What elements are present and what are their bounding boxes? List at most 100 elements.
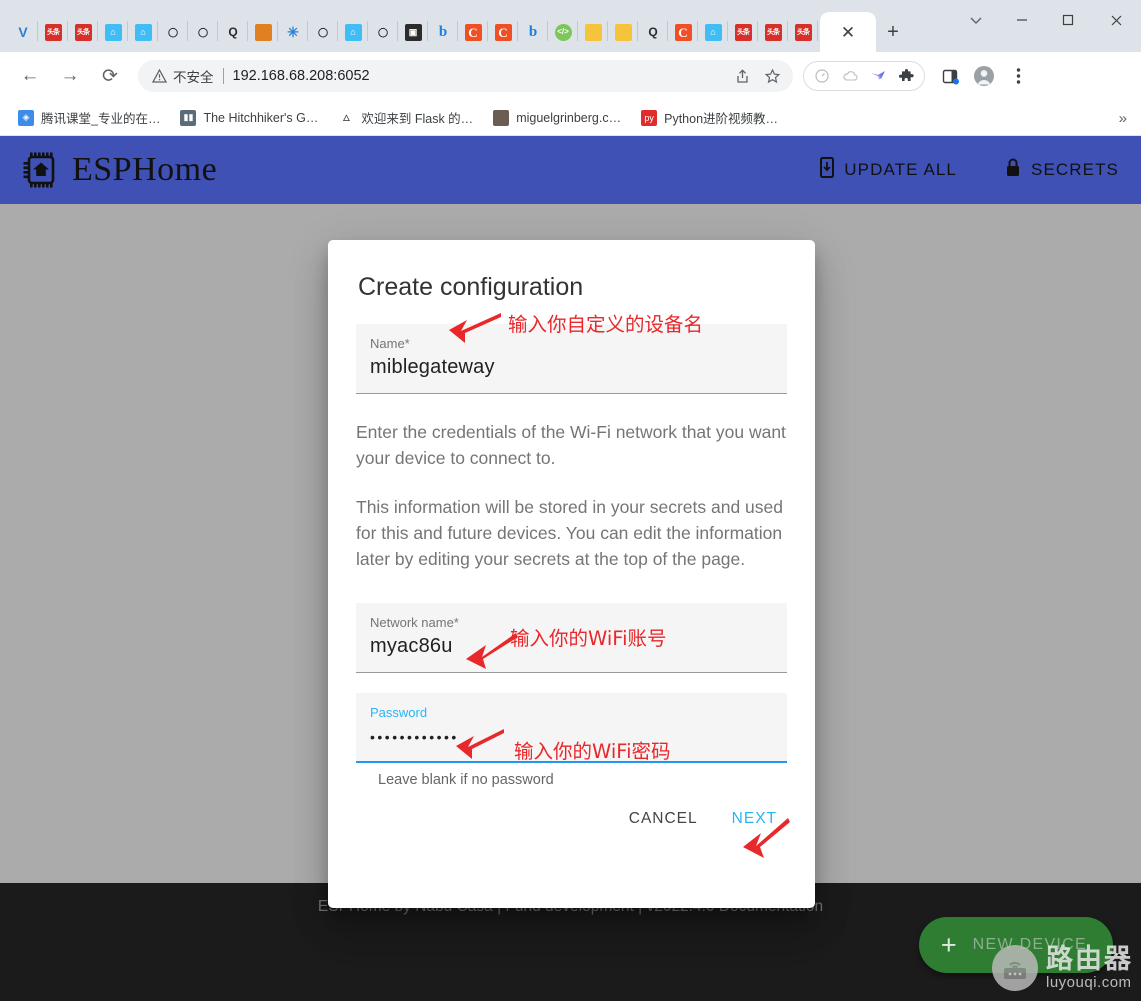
bookmark-item[interactable]: py Python进阶视频教… xyxy=(633,105,786,131)
puzzle-icon[interactable] xyxy=(892,62,920,90)
new-tab-button[interactable]: + xyxy=(876,12,910,52)
browser-tab[interactable]: ▣ xyxy=(398,12,428,52)
browser-tab[interactable] xyxy=(608,12,638,52)
bing-icon: b xyxy=(438,23,448,40)
speed-icon[interactable] xyxy=(808,62,836,90)
browser-tab[interactable]: C xyxy=(488,12,518,52)
star-icon[interactable] xyxy=(757,61,787,91)
warning-triangle-icon xyxy=(152,69,167,83)
security-status-label: 不安全 xyxy=(173,70,214,85)
browser-tab[interactable]: V xyxy=(8,12,38,52)
create-configuration-dialog: Create configuration Name* miblegateway … xyxy=(328,240,815,908)
browser-tab[interactable]: ✳ xyxy=(278,12,308,52)
annotation-wifi-ssid: 输入你的WiFi账号 xyxy=(510,627,667,650)
browser-tab[interactable]: C xyxy=(458,12,488,52)
maximize-icon[interactable] xyxy=(1045,0,1091,40)
watermark-en: luyouqi.com xyxy=(1046,973,1132,991)
annotation-wifi-password: 输入你的WiFi密码 xyxy=(514,740,671,763)
minimize-icon[interactable] xyxy=(999,0,1045,40)
bird-icon[interactable] xyxy=(864,62,892,90)
side-panel-icon[interactable] xyxy=(933,59,967,93)
browser-tab[interactable]: ⌂ xyxy=(128,12,158,52)
browser-tab[interactable]: ⌂ xyxy=(698,12,728,52)
toutiao-icon: 头条 xyxy=(44,23,62,41)
github-icon: ◯ xyxy=(317,26,329,37)
bookmark-label: 腾讯课堂_专业的在… xyxy=(41,112,161,126)
browser-tab[interactable]: C xyxy=(668,12,698,52)
cloud-icon[interactable] xyxy=(836,62,864,90)
camera-icon: ▣ xyxy=(404,23,422,41)
browser-tab[interactable]: ◯ xyxy=(158,12,188,52)
bookmark-item[interactable]: miguelgrinberg.c… xyxy=(485,105,629,131)
browser-tab[interactable]: 头条 xyxy=(728,12,758,52)
github-icon: ◯ xyxy=(197,26,209,37)
back-icon[interactable]: ← xyxy=(10,56,50,96)
dialog-body: Name* miblegateway Enter the credentials… xyxy=(328,324,815,788)
browser-tab[interactable]: Q xyxy=(218,12,248,52)
close-window-icon[interactable] xyxy=(1091,0,1141,40)
toutiao-icon: 头条 xyxy=(764,23,782,41)
plus-icon: + xyxy=(940,929,957,960)
bookmark-item[interactable]: ◈ 腾讯课堂_专业的在… xyxy=(10,105,168,131)
browser-tab[interactable]: 头条 xyxy=(788,12,818,52)
bookmark-item[interactable]: ▮▮ The Hitchhiker's G… xyxy=(172,105,326,131)
update-all-button[interactable]: UPDATE ALL xyxy=(820,157,957,183)
active-tab[interactable]: ✕ xyxy=(820,12,876,52)
csdn-icon: C xyxy=(674,23,692,41)
bluetooth-icon: ✳ xyxy=(287,24,299,40)
name-field-label: Name* xyxy=(370,336,410,351)
extension-group xyxy=(803,61,925,91)
tab-search-chevron-down-icon[interactable] xyxy=(953,0,999,40)
portrait-icon xyxy=(493,109,510,126)
browser-tab[interactable]: 头条 xyxy=(68,12,98,52)
github-icon: ◯ xyxy=(377,26,389,37)
browser-tab[interactable]: ◯ xyxy=(368,12,398,52)
app-logo[interactable]: ESPHome xyxy=(22,151,217,189)
more-menu-icon[interactable] xyxy=(1001,59,1035,93)
home-assistant-icon: ⌂ xyxy=(104,23,122,41)
share-icon[interactable] xyxy=(727,61,757,91)
reload-icon[interactable]: ⟳ xyxy=(90,56,130,96)
browser-tab[interactable]: ◯ xyxy=(308,12,338,52)
browser-toolbar: ← → ⟳ 不安全 192.168.68.208:6052 xyxy=(0,52,1141,100)
cancel-button[interactable]: CANCEL xyxy=(629,810,698,828)
browser-tab[interactable]: b xyxy=(518,12,548,52)
browser-tab[interactable]: </> xyxy=(548,12,578,52)
dialog-title: Create configuration xyxy=(358,273,584,301)
watermark: 路由器 luyouqi.com xyxy=(992,945,1133,991)
bookmark-label: 欢迎来到 Flask 的… xyxy=(361,112,474,126)
annotation-arrow-4 xyxy=(743,818,790,858)
address-bar[interactable]: 不安全 192.168.68.208:6052 xyxy=(138,60,793,92)
dialog-paragraph-1: Enter the credentials of the Wi-Fi netwo… xyxy=(356,422,786,468)
bookmarks-bar[interactable]: ◈ 腾讯课堂_专业的在… ▮▮ The Hitchhiker's G… 🜂 欢迎来到 Fl… xyxy=(0,100,1141,136)
dialog-paragraph-2: This information will be stored in your … xyxy=(356,497,784,569)
url-text[interactable]: 192.168.68.208:6052 xyxy=(233,68,728,84)
tab-strip: V 头条 头条 ⌂ ⌂ ◯ ◯ Q ✳ ◯ ⌂ ◯ ▣ b C Cb </> Q C ⌂ 头条 头条 头条 ✕ + xyxy=(0,0,1141,52)
forward-icon[interactable]: → xyxy=(50,56,90,96)
browser-tab[interactable]: b xyxy=(428,12,458,52)
browser-tab[interactable]: ⌂ xyxy=(98,12,128,52)
browser-tab[interactable]: 头条 xyxy=(38,12,68,52)
pypi-icon: py xyxy=(641,109,658,126)
update-icon xyxy=(820,157,835,183)
browser-tab[interactable] xyxy=(248,12,278,52)
watermark-cn: 路由器 xyxy=(1046,944,1133,975)
bookmark-label: The Hitchhiker's G… xyxy=(203,110,319,125)
annotation-arrow-1 xyxy=(449,313,501,343)
app-brand-title: ESPHome xyxy=(72,151,218,188)
browser-tab[interactable]: 头条 xyxy=(758,12,788,52)
watermark-text: 路由器 luyouqi.com xyxy=(1046,944,1133,991)
browser-tab[interactable]: ◯ xyxy=(188,12,218,52)
secrets-button[interactable]: SECRETS xyxy=(1005,157,1119,183)
bookmark-item[interactable]: 🜂 欢迎来到 Flask 的… xyxy=(330,105,481,131)
browser-tab[interactable] xyxy=(578,12,608,52)
browser-tab[interactable]: ⌂ xyxy=(338,12,368,52)
profile-avatar[interactable] xyxy=(967,59,1001,93)
home-assistant-icon: ⌂ xyxy=(134,23,152,41)
bookmarks-overflow-button[interactable]: » xyxy=(1119,110,1127,127)
browser-tab[interactable]: Q xyxy=(638,12,668,52)
close-icon[interactable]: ✕ xyxy=(841,24,855,41)
toutiao-icon: 头条 xyxy=(794,23,812,41)
tab-list[interactable]: V 头条 头条 ⌂ ⌂ ◯ ◯ Q ✳ ◯ ⌂ ◯ ▣ b C Cb </> Q C ⌂ 头条 头条 头条 xyxy=(0,12,818,52)
name-field-value[interactable]: miblegateway xyxy=(370,356,773,379)
